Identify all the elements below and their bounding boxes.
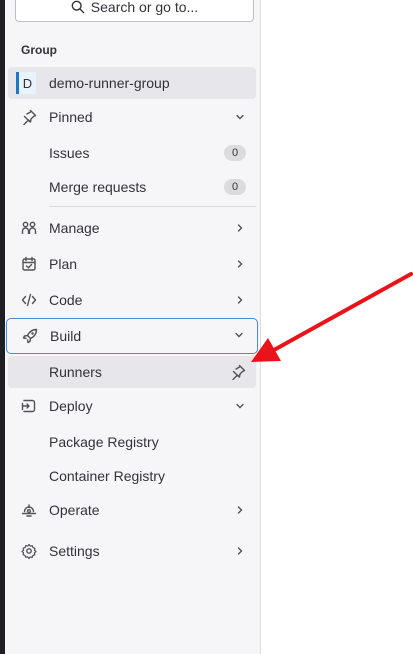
nav-item-code[interactable]: Code <box>8 284 256 316</box>
nav-label: Build <box>50 328 82 344</box>
pinned-label: Pinned <box>49 109 93 125</box>
chevron-right-icon <box>234 535 246 567</box>
pinned-item-issues[interactable]: Issues 0 <box>8 137 256 169</box>
deploy-icon <box>19 396 39 416</box>
code-icon <box>19 290 39 310</box>
manage-icon <box>19 218 39 238</box>
nav-subitem-container-registry[interactable]: Container Registry <box>8 460 256 492</box>
chevron-down-icon <box>234 101 246 133</box>
search-button[interactable]: Search or go to... <box>15 0 254 22</box>
count-badge: 0 <box>224 179 246 195</box>
nav-subitem-runners[interactable]: Runners <box>8 356 256 388</box>
operate-icon <box>19 500 39 520</box>
pinned-item-label: Merge requests <box>49 179 147 195</box>
chevron-right-icon <box>234 494 246 526</box>
search-label: Search or go to... <box>90 0 199 15</box>
chevron-right-icon <box>234 212 246 244</box>
pinned-section-toggle[interactable]: Pinned <box>8 101 256 133</box>
nav-item-build[interactable]: Build <box>6 318 258 354</box>
rocket-icon <box>20 326 40 346</box>
chevron-right-icon <box>234 284 246 316</box>
nav-label: Settings <box>49 543 100 559</box>
group-name: demo-runner-group <box>49 75 170 91</box>
pin-icon <box>19 107 39 127</box>
nav-subitem-package-registry[interactable]: Package Registry <box>8 426 256 458</box>
nav-item-manage[interactable]: Manage <box>8 212 256 244</box>
nav-item-settings[interactable]: Settings <box>8 535 256 567</box>
nav-subitem-label: Runners <box>49 364 102 380</box>
section-label: Group <box>21 43 57 57</box>
plan-icon <box>19 254 39 274</box>
nav-subitem-label: Container Registry <box>49 468 165 484</box>
nav-item-deploy[interactable]: Deploy <box>8 390 256 422</box>
chevron-down-icon <box>233 319 245 351</box>
nav-label: Plan <box>49 256 78 272</box>
nav-label: Operate <box>49 502 100 518</box>
nav-label: Code <box>49 292 83 308</box>
nav-label: Deploy <box>49 398 93 414</box>
nav-item-operate[interactable]: Operate <box>8 494 256 526</box>
count-badge: 0 <box>224 145 246 161</box>
group-avatar: D <box>16 72 36 94</box>
pinned-item-label: Issues <box>49 145 90 161</box>
chevron-down-icon <box>234 390 246 422</box>
sidebar: Search or go to... Group D demo-runner-g… <box>5 0 261 654</box>
settings-icon <box>19 541 39 561</box>
nav-subitem-label: Package Registry <box>49 434 159 450</box>
divider <box>49 206 256 207</box>
pin-icon[interactable] <box>230 356 246 388</box>
group-link[interactable]: D demo-runner-group <box>8 67 256 99</box>
search-icon <box>71 0 85 14</box>
nav-label: Manage <box>49 220 100 236</box>
chevron-right-icon <box>234 248 246 280</box>
pinned-item-merge-requests[interactable]: Merge requests 0 <box>8 171 256 203</box>
nav-item-plan[interactable]: Plan <box>8 248 256 280</box>
